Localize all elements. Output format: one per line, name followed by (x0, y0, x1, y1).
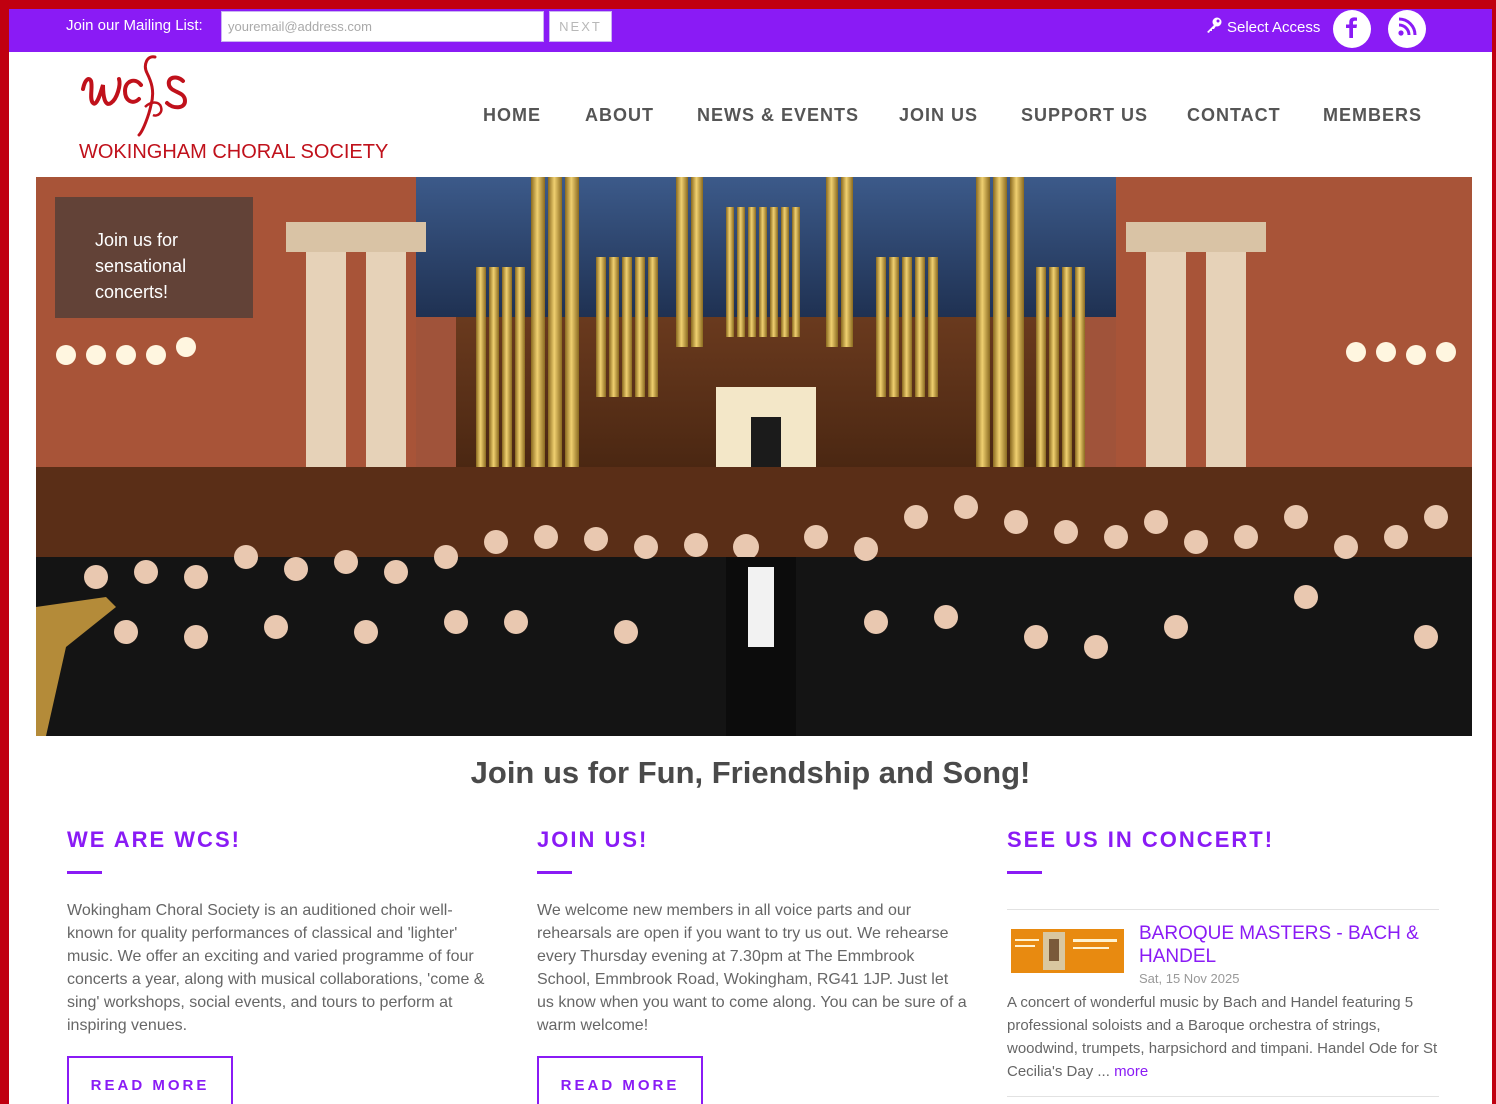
tagline-heading: Join us for Fun, Friendship and Song! (470, 755, 1031, 790)
hero-caption-box: Join us for sensational concerts! (55, 197, 253, 318)
nav-home[interactable]: HOME (483, 105, 541, 126)
see-us-in-concert-title: SEE US IN CONCERT! (1007, 827, 1275, 852)
title-underline (1007, 871, 1042, 874)
nav-contact[interactable]: CONTACT (1187, 105, 1281, 126)
we-are-wcs-text: Wokingham Choral Society is an auditione… (67, 902, 485, 1034)
event-divider (1007, 909, 1439, 910)
rss-icon (1397, 17, 1417, 42)
event-more-link[interactable]: more (1114, 1063, 1148, 1080)
join-us-title: JOIN US! (537, 827, 649, 852)
nav-news-events[interactable]: NEWS & EVENTS (697, 105, 859, 126)
title-underline (537, 871, 572, 874)
hero-image: Join us for sensational concerts! (36, 177, 1472, 736)
nav-members[interactable]: MEMBERS (1323, 105, 1422, 126)
rss-button[interactable] (1388, 10, 1426, 48)
nav-about[interactable]: ABOUT (585, 105, 654, 126)
join-us-column: JOIN US! We welcome new members in all v… (537, 827, 977, 1034)
select-access-label: Select Access (1227, 18, 1321, 36)
select-access-link[interactable]: Select Access (1205, 16, 1320, 39)
nav-join-us[interactable]: JOIN US (899, 105, 978, 126)
key-icon (1205, 16, 1223, 39)
event-divider-bottom (1007, 1096, 1439, 1097)
we-are-wcs-column: WE ARE WCS! Wokingham Choral Society is … (67, 827, 507, 1034)
event-title-link[interactable]: BAROQUE MASTERS - BACH & HANDEL (1139, 922, 1439, 968)
top-bar: Join our Mailing List: NEXT Select Acces… (9, 9, 1492, 52)
event-description-text: A concert of wonderful music by Bach and… (1007, 994, 1438, 1080)
event-date: Sat, 15 Nov 2025 (1139, 971, 1240, 986)
event-thumbnail[interactable] (1011, 929, 1124, 973)
we-are-wcs-read-more-button[interactable]: READ MORE (67, 1056, 233, 1104)
we-are-wcs-title: WE ARE WCS! (67, 827, 241, 852)
nav-support-us[interactable]: SUPPORT US (1021, 105, 1148, 126)
next-button[interactable]: NEXT (549, 11, 612, 42)
logo-name: WOKINGHAM CHORAL SOCIETY (79, 141, 389, 163)
main-nav: HOME ABOUT NEWS & EVENTS JOIN US SUPPORT… (9, 105, 1492, 129)
join-us-read-more-button[interactable]: READ MORE (537, 1056, 703, 1104)
email-input[interactable] (221, 11, 544, 42)
page-frame: Join our Mailing List: NEXT Select Acces… (9, 9, 1492, 1104)
title-underline (67, 871, 102, 874)
facebook-button[interactable] (1333, 10, 1371, 48)
see-us-in-concert-column: SEE US IN CONCERT! (1007, 827, 1447, 874)
mailing-list-label: Join our Mailing List: (66, 17, 203, 34)
hero-caption-text: Join us for sensational concerts! (95, 230, 187, 302)
facebook-icon (1342, 16, 1362, 43)
event-description: A concert of wonderful music by Bach and… (1007, 991, 1447, 1083)
join-us-text: We welcome new members in all voice part… (537, 902, 967, 1034)
